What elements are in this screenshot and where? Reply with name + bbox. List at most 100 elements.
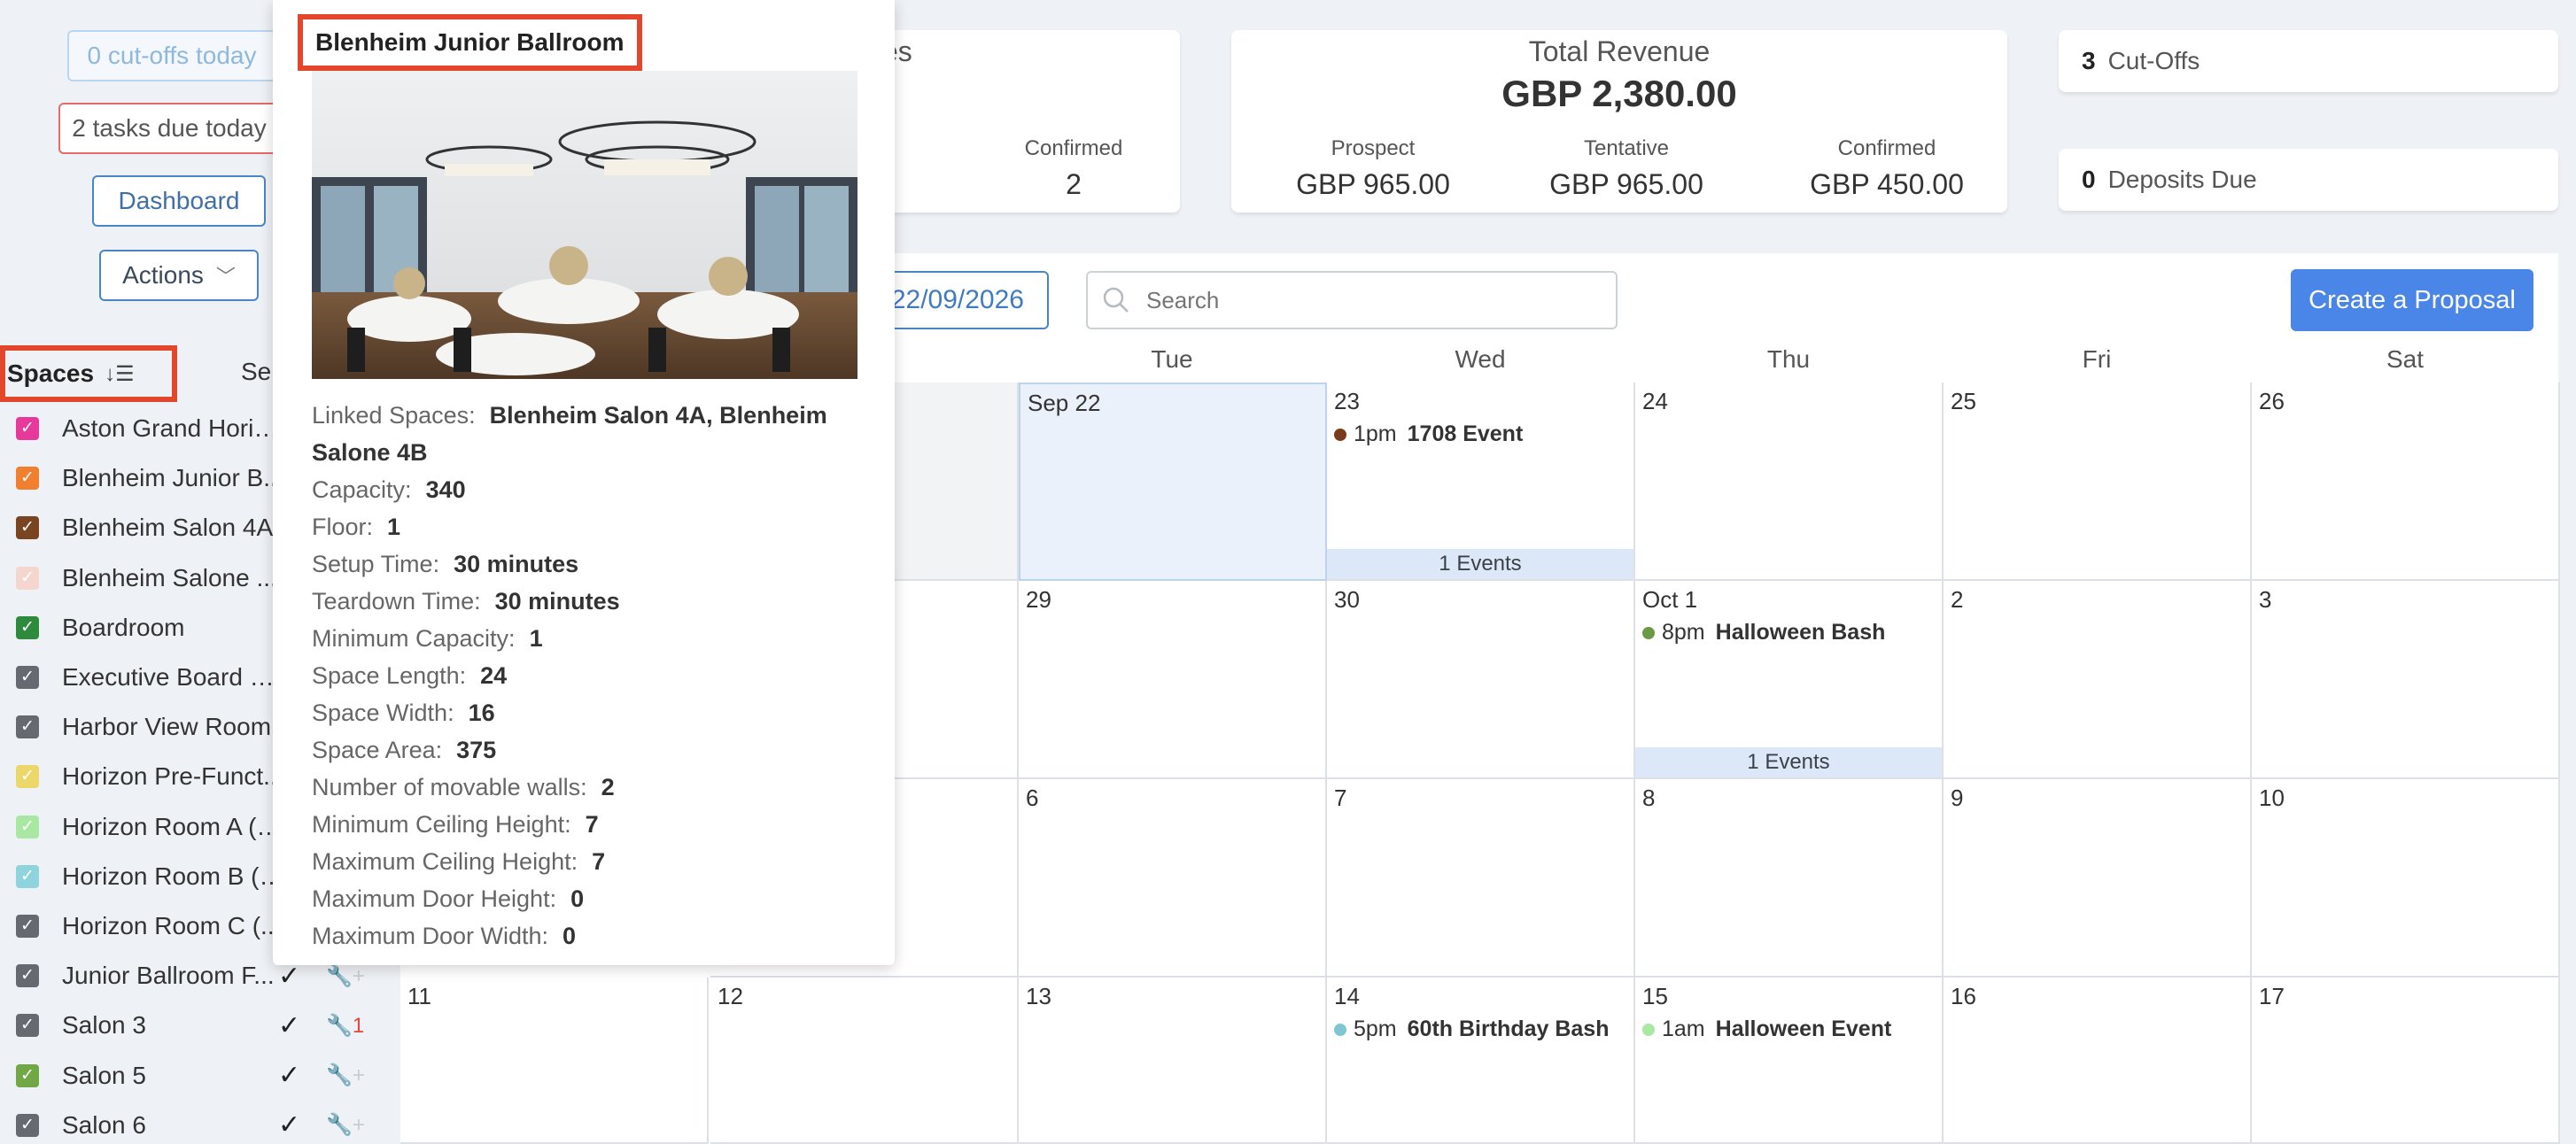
detail-label: Setup Time: (312, 551, 440, 577)
space-checkbox[interactable]: ✓ (16, 615, 39, 639)
cutoffs-count: 3 (2082, 47, 2096, 74)
detail-label: Minimum Ceiling Height: (312, 811, 571, 838)
selected-check-icon[interactable]: ✓ (278, 1010, 300, 1041)
space-checkbox[interactable]: ✓ (16, 666, 39, 689)
day-number: 24 (1642, 388, 1668, 414)
spaces-header[interactable]: Spaces ↓☰ (0, 345, 177, 402)
calendar-day-cell[interactable]: 30 (1327, 581, 1635, 779)
cutoffs-label: Cut-Offs (2107, 47, 2200, 74)
search-box[interactable] (1086, 271, 1618, 329)
calendar-day-cell[interactable]: 9 (1944, 779, 2252, 978)
calendar-day-cell[interactable]: 14 5pm 60th Birthday Bash (1327, 978, 1635, 1144)
dashboard-button[interactable]: Dashboard (92, 175, 266, 227)
calendar-day-cell[interactable]: 2 (1944, 581, 2252, 779)
space-name: Salon 6 (62, 1110, 146, 1139)
confirmed-value: GBP 450.00 (1810, 168, 1964, 200)
space-checkbox[interactable]: ✓ (16, 467, 39, 491)
cutoffs-today-button[interactable]: 0 cut-offs today (67, 30, 276, 81)
maintenance-wrench-icon[interactable]: 🔧+ (326, 963, 365, 989)
space-checkbox[interactable]: ✓ (16, 915, 39, 938)
actions-dropdown[interactable]: Actions ﹀ (99, 250, 259, 301)
cutoffs-card[interactable]: 3 Cut-Offs (2059, 30, 2558, 92)
calendar-day-cell[interactable]: 12 (710, 978, 1019, 1144)
space-checkbox[interactable]: ✓ (16, 1014, 39, 1038)
space-name: Boardroom (62, 613, 185, 641)
calendar-day-cell[interactable]: 7 (1327, 779, 1635, 978)
popover-detail-row: Space Area: 375 (312, 731, 879, 769)
space-checkbox[interactable]: ✓ (16, 516, 39, 540)
sort-icon[interactable]: ↓☰ (105, 361, 135, 387)
space-name: Horizon Room B (C... (62, 862, 285, 890)
calendar-day-cell[interactable]: 15 1am Halloween Event (1635, 978, 1944, 1144)
deposits-count: 0 (2082, 166, 2096, 193)
events-confirmed-value: 2 (1066, 168, 1082, 200)
calendar-day-cell[interactable]: 16 (1944, 978, 2252, 1144)
event-dot-icon (1334, 428, 1346, 441)
space-checkbox[interactable]: ✓ (16, 715, 39, 739)
calendar-day-cell[interactable]: Sep 22 (1019, 383, 1327, 581)
space-checkbox[interactable]: ✓ (16, 765, 39, 789)
popover-detail-row: Setup Time: 30 minutes (312, 545, 879, 583)
detail-label: Minimum Capacity: (312, 625, 516, 652)
space-checkbox[interactable]: ✓ (16, 417, 39, 440)
calendar-day-cell[interactable]: 13 (1019, 978, 1327, 1144)
space-checkbox[interactable]: ✓ (16, 815, 39, 839)
event-title: 60th Birthday Bash (1407, 1016, 1610, 1041)
search-input[interactable] (1146, 286, 1589, 314)
calendar-day-cell[interactable]: 3 (2252, 581, 2560, 779)
day-number: 17 (2259, 983, 2285, 1009)
calendar-event[interactable]: 1pm 1708 Event (1334, 421, 1523, 447)
maintenance-wrench-icon[interactable]: 🔧+ (326, 1063, 365, 1088)
calendar-day-cell[interactable]: 17 (2252, 978, 2560, 1144)
detail-label: Maximum Door Width: (312, 923, 549, 949)
more-events-link[interactable]: 1 Events (1635, 747, 1942, 777)
calendar-event[interactable]: 5pm 60th Birthday Bash (1334, 1016, 1609, 1042)
space-checkbox[interactable]: ✓ (16, 566, 39, 590)
calendar-day-cell[interactable]: 29 (1019, 581, 1327, 779)
day-number: Oct 1 (1642, 586, 1698, 613)
maintenance-wrench-icon[interactable]: 🔧+ (326, 1112, 365, 1138)
detail-value: 0 (563, 923, 577, 949)
revenue-total: GBP 2,380.00 (1501, 73, 1737, 114)
space-checkbox[interactable]: ✓ (16, 964, 39, 988)
popover-detail-row: Space Width: 16 (312, 694, 879, 731)
calendar-day-cell[interactable]: 25 (1944, 383, 2252, 581)
space-item[interactable]: ✓ Salon 6 ✓ 🔧+ (16, 1101, 406, 1144)
tasks-due-button[interactable]: 2 tasks due today (58, 103, 280, 154)
calendar-event[interactable]: 1am Halloween Event (1642, 1016, 1891, 1042)
calendar-day-cell[interactable]: 23 1pm 1708 Event 1 Events (1327, 383, 1635, 581)
calendar-day-cell[interactable]: 10 (2252, 779, 2560, 978)
space-checkbox[interactable]: ✓ (16, 1063, 39, 1087)
detail-value: 7 (592, 848, 606, 875)
select-label[interactable]: Sel (241, 358, 276, 386)
space-name: Blenheim Salone ... (62, 563, 277, 591)
space-item[interactable]: ✓ Salon 5 ✓ 🔧+ (16, 1051, 406, 1101)
day-number: 15 (1642, 983, 1668, 1009)
detail-value: 2 (601, 774, 615, 800)
maintenance-wrench-icon[interactable]: 🔧1 (326, 1013, 364, 1039)
calendar-day-cell[interactable]: Oct 1 8pm Halloween Bash 1 Events (1635, 581, 1944, 779)
popover-detail-row: Minimum Capacity: 1 (312, 620, 879, 657)
space-checkbox[interactable]: ✓ (16, 864, 39, 888)
calendar-event[interactable]: 8pm Halloween Bash (1642, 620, 1885, 645)
space-name: Salon 3 (62, 1011, 146, 1040)
detail-label: Capacity: (312, 476, 412, 503)
detail-label: Space Width: (312, 700, 454, 726)
day-number: 25 (1951, 388, 1976, 414)
calendar-day-cell[interactable]: 11 (400, 978, 709, 1144)
calendar-day-cell[interactable]: 24 (1635, 383, 1944, 581)
calendar-day-cell[interactable]: 26 (2252, 383, 2560, 581)
calendar-day-cell[interactable]: 6 (1019, 779, 1327, 978)
selected-check-icon[interactable]: ✓ (278, 1109, 300, 1140)
selected-check-icon[interactable]: ✓ (278, 1060, 300, 1091)
day-number: 6 (1026, 785, 1039, 811)
space-item[interactable]: ✓ Salon 3 ✓ 🔧1 (16, 1001, 406, 1050)
create-proposal-button[interactable]: Create a Proposal (2291, 269, 2533, 331)
deposits-card[interactable]: 0 Deposits Due (2059, 149, 2558, 211)
more-events-link[interactable]: 1 Events (1327, 549, 1633, 579)
space-checkbox[interactable]: ✓ (16, 1113, 39, 1137)
event-dot-icon (1642, 1023, 1655, 1036)
event-time: 1pm (1354, 421, 1397, 446)
calendar-day-cell[interactable]: 8 (1635, 779, 1944, 978)
confirmed-label: Confirmed (1837, 136, 1936, 160)
